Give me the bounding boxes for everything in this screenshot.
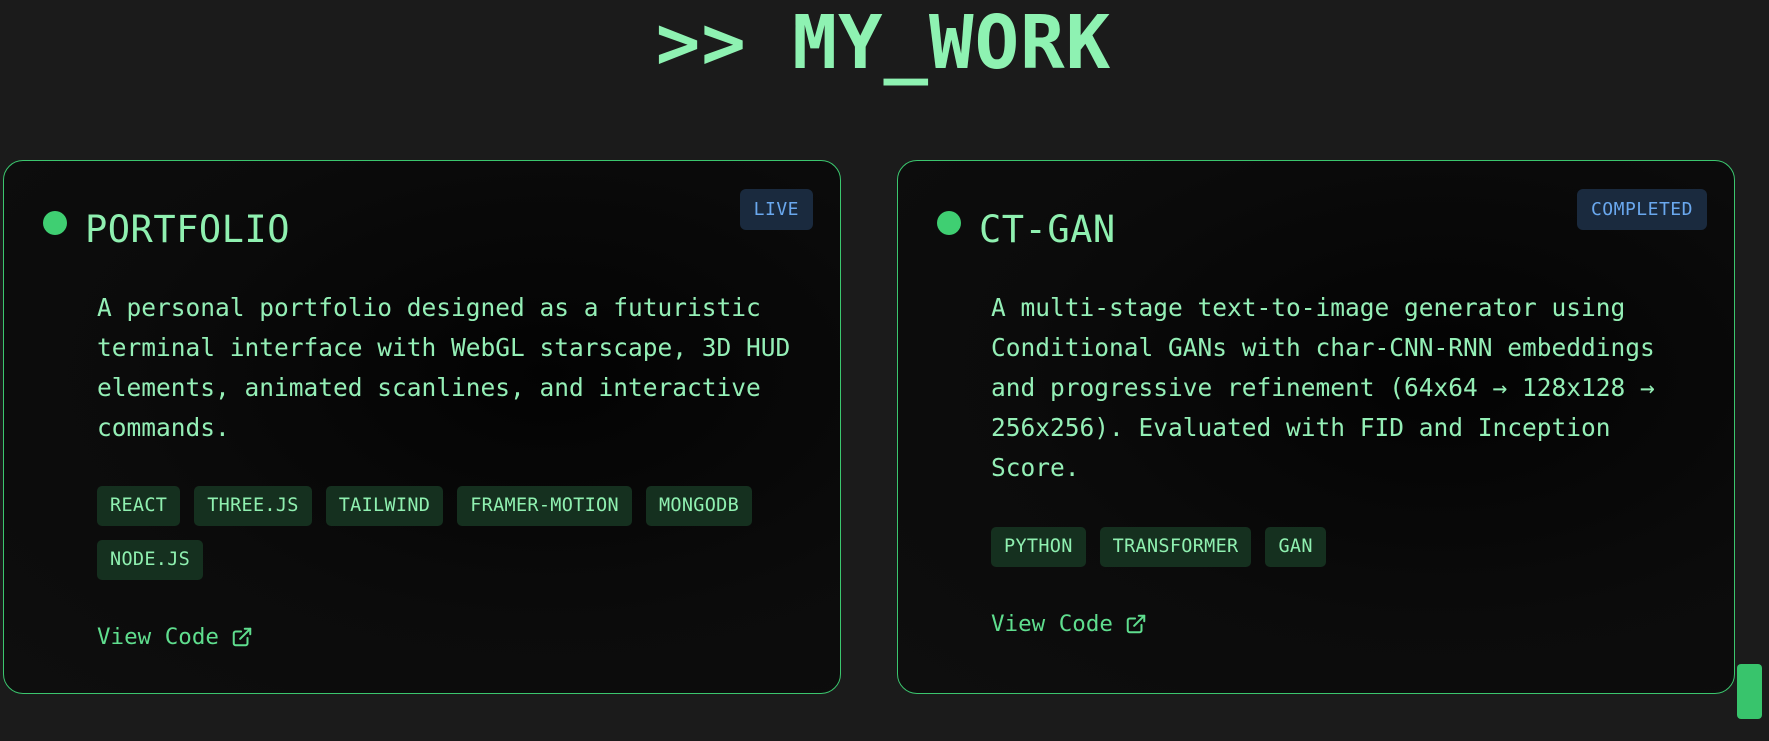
view-code-label: View Code (991, 611, 1113, 637)
project-title: PORTFOLIO (85, 208, 290, 251)
project-card-portfolio: PORTFOLIO LIVE A personal portfolio desi… (3, 160, 841, 694)
tech-tag: TAILWIND (325, 486, 444, 526)
project-description: A multi-stage text-to-image generator us… (991, 293, 1655, 482)
status-dot-icon (937, 211, 961, 235)
tech-tag: NODE.JS (97, 540, 204, 580)
external-link-icon (232, 627, 252, 647)
tech-tag-list: PYTHON TRANSFORMER GAN (991, 527, 1691, 567)
tech-tag-list: REACT THREE.JS TAILWIND FRAMER-MOTION MO… (97, 486, 797, 580)
tech-tag: THREE.JS (194, 486, 312, 526)
status-dot-icon (43, 211, 67, 235)
tech-tag: FRAMER-MOTION (457, 486, 632, 526)
status-badge: COMPLETED (1576, 189, 1707, 230)
view-code-label: View Code (97, 624, 219, 650)
tech-tag: PYTHON (991, 527, 1086, 567)
status-badge: LIVE (739, 189, 813, 230)
view-code-link[interactable]: View Code (991, 609, 1147, 639)
tech-tag: TRANSFORMER (1099, 527, 1252, 567)
scrollbar-thumb[interactable] (1737, 664, 1762, 719)
tech-tag: MONGODB (645, 486, 753, 526)
external-link-icon (1126, 614, 1146, 634)
page-title: >> MY_WORK (655, 0, 1112, 86)
project-description: A personal portfolio designed as a futur… (97, 293, 791, 442)
tech-tag: GAN (1265, 527, 1326, 567)
view-code-link[interactable]: View Code (97, 622, 253, 652)
tech-tag: REACT (97, 486, 181, 526)
project-title: CT-GAN (979, 208, 1116, 251)
project-card-ct-gan: CT-GAN COMPLETED A multi-stage text-to-i… (897, 160, 1735, 694)
